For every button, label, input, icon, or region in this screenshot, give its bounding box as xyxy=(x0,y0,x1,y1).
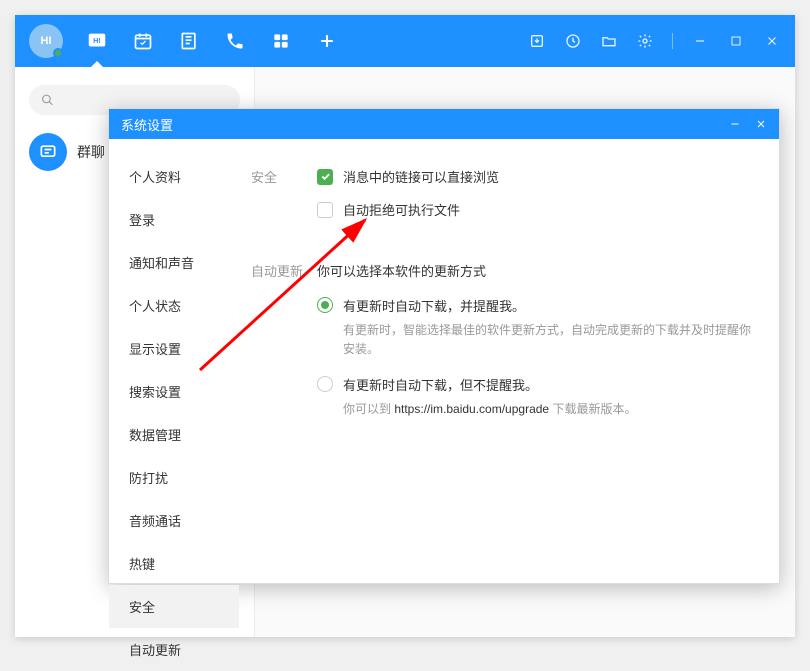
search-input[interactable] xyxy=(54,93,228,108)
dialog-titlebar: 系统设置 xyxy=(109,109,779,139)
titlebar-left: HI H! xyxy=(29,24,339,58)
titlebar: HI H! xyxy=(15,15,795,67)
nav-calendar-icon[interactable] xyxy=(131,29,155,53)
settings-content: 安全 消息中的链接可以直接浏览 自动拒绝可执行文件 自动更新 xyxy=(239,139,779,583)
dialog-title: 系统设置 xyxy=(121,115,173,134)
settings-nav-item[interactable]: 通知和声音 xyxy=(109,241,239,284)
settings-icon[interactable] xyxy=(636,32,654,50)
security-section: 安全 消息中的链接可以直接浏览 自动拒绝可执行文件 xyxy=(251,167,751,233)
dialog-body: 个人资料登录通知和声音个人状态显示设置搜索设置数据管理防打扰音频通话热键 安全自动… xyxy=(109,139,779,583)
upgrade-link[interactable]: https://im.baidu.com/upgrade xyxy=(394,402,549,416)
settings-dialog: 系统设置 个人资料登录通知和声音个人状态显示设置搜索设置数据管理防打扰音频通话热… xyxy=(108,108,780,584)
radio-auto-remind[interactable] xyxy=(317,297,333,313)
settings-nav-item[interactable]: 个人资料 xyxy=(109,155,239,198)
settings-nav-item[interactable]: 防打扰 xyxy=(109,456,239,499)
minimize-button[interactable] xyxy=(691,32,709,50)
dialog-close-button[interactable] xyxy=(755,118,767,130)
settings-nav-item[interactable]: 音频通话 xyxy=(109,499,239,542)
history-icon[interactable] xyxy=(564,32,582,50)
section-title-autoupdate: 自动更新 xyxy=(251,261,317,436)
settings-nav: 个人资料登录通知和声音个人状态显示设置搜索设置数据管理防打扰音频通话热键安全自动… xyxy=(109,139,239,583)
settings-nav-item[interactable]: 显示设置 xyxy=(109,327,239,370)
nav-add-icon[interactable] xyxy=(315,29,339,53)
check-row-reject-exe: 自动拒绝可执行文件 xyxy=(317,200,751,219)
radio-desc: 有更新时，智能选择最佳的软件更新方式，自动完成更新的下载并及时提醒你安装。 xyxy=(343,321,751,359)
radio-desc: 你可以到 https://im.baidu.com/upgrade 下载最新版本… xyxy=(343,400,751,419)
check-row-browse-links: 消息中的链接可以直接浏览 xyxy=(317,167,751,186)
checkbox-browse-links[interactable] xyxy=(317,169,333,185)
search-icon xyxy=(41,93,54,107)
radio-no-remind[interactable] xyxy=(317,376,333,392)
check-label: 消息中的链接可以直接浏览 xyxy=(343,167,499,186)
svg-text:H!: H! xyxy=(93,36,101,45)
settings-nav-item[interactable]: 搜索设置 xyxy=(109,370,239,413)
download-icon[interactable] xyxy=(528,32,546,50)
section-title-security: 安全 xyxy=(251,167,317,233)
settings-nav-item[interactable]: 安全 xyxy=(109,585,239,628)
folder-icon[interactable] xyxy=(600,32,618,50)
nav-chat-icon[interactable]: H! xyxy=(85,29,109,53)
radio-label: 有更新时自动下载，并提醒我。 xyxy=(343,296,525,315)
settings-nav-item[interactable]: 热键 xyxy=(109,542,239,585)
radio-row-remind: 有更新时自动下载，并提醒我。 xyxy=(317,296,751,315)
contact-name: 群聊 xyxy=(77,142,105,162)
settings-nav-item[interactable]: 登录 xyxy=(109,198,239,241)
settings-nav-item[interactable]: 数据管理 xyxy=(109,413,239,456)
status-online-indicator xyxy=(53,48,63,58)
nav-contacts-icon[interactable] xyxy=(177,29,201,53)
settings-nav-item[interactable]: 个人状态 xyxy=(109,284,239,327)
avatar[interactable]: HI xyxy=(29,24,63,58)
dialog-minimize-button[interactable] xyxy=(729,118,741,130)
radio-row-noremind: 有更新时自动下载，但不提醒我。 xyxy=(317,375,751,394)
check-label: 自动拒绝可执行文件 xyxy=(343,200,460,219)
autoupdate-intro: 你可以选择本软件的更新方式 xyxy=(317,261,751,280)
nav-call-icon[interactable] xyxy=(223,29,247,53)
autoupdate-section: 自动更新 你可以选择本软件的更新方式 有更新时自动下载，并提醒我。 有更新时，智… xyxy=(251,261,751,436)
checkbox-reject-exe[interactable] xyxy=(317,202,333,218)
close-button[interactable] xyxy=(763,32,781,50)
maximize-button[interactable] xyxy=(727,32,745,50)
titlebar-right xyxy=(528,32,781,50)
divider xyxy=(672,33,673,49)
group-chat-icon xyxy=(29,133,67,171)
nav-apps-icon[interactable] xyxy=(269,29,293,53)
radio-label: 有更新时自动下载，但不提醒我。 xyxy=(343,375,538,394)
settings-nav-item[interactable]: 自动更新 xyxy=(109,628,239,671)
